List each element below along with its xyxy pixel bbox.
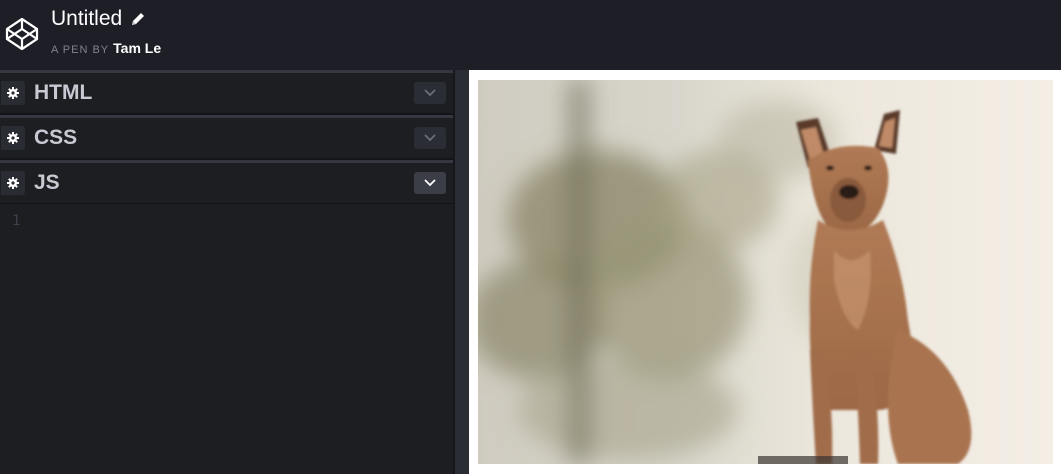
gear-icon[interactable] xyxy=(1,81,25,105)
editor-bar-css[interactable]: CSS xyxy=(0,115,453,158)
editor-column: HTML CSS JS 1 xyxy=(0,70,455,474)
pencil-edit-icon[interactable] xyxy=(130,11,146,27)
byline: A PEN BY Tam Le xyxy=(51,40,161,58)
collapse-toggle-js[interactable] xyxy=(414,172,446,194)
gear-icon[interactable] xyxy=(1,126,25,150)
line-number: 1 xyxy=(12,213,21,229)
chevron-down-icon xyxy=(424,179,436,187)
editor-bar-js[interactable]: JS xyxy=(0,160,453,203)
author-link[interactable]: Tam Le xyxy=(113,40,161,56)
chevron-down-icon xyxy=(424,134,436,142)
resize-handle[interactable] xyxy=(453,70,469,474)
header: Untitled A PEN BY Tam Le xyxy=(0,0,1061,70)
js-code-editor[interactable]: 1 xyxy=(0,204,453,474)
collapse-toggle-html[interactable] xyxy=(414,82,446,104)
pen-title[interactable]: Untitled xyxy=(51,6,122,32)
editor-label-html: HTML xyxy=(34,81,93,104)
dog-photo xyxy=(478,80,1053,464)
editor-bar-html[interactable]: HTML xyxy=(0,70,453,113)
editor-label-css: CSS xyxy=(34,126,78,149)
byline-prefix: A PEN BY xyxy=(51,44,110,56)
chevron-down-icon xyxy=(424,89,436,97)
preview-pane xyxy=(469,70,1061,474)
collapse-toggle-css[interactable] xyxy=(414,127,446,149)
editor-label-js: JS xyxy=(34,171,60,194)
gear-icon[interactable] xyxy=(1,171,25,195)
codepen-logo-icon[interactable] xyxy=(4,16,40,52)
title-row: Untitled xyxy=(51,6,146,32)
